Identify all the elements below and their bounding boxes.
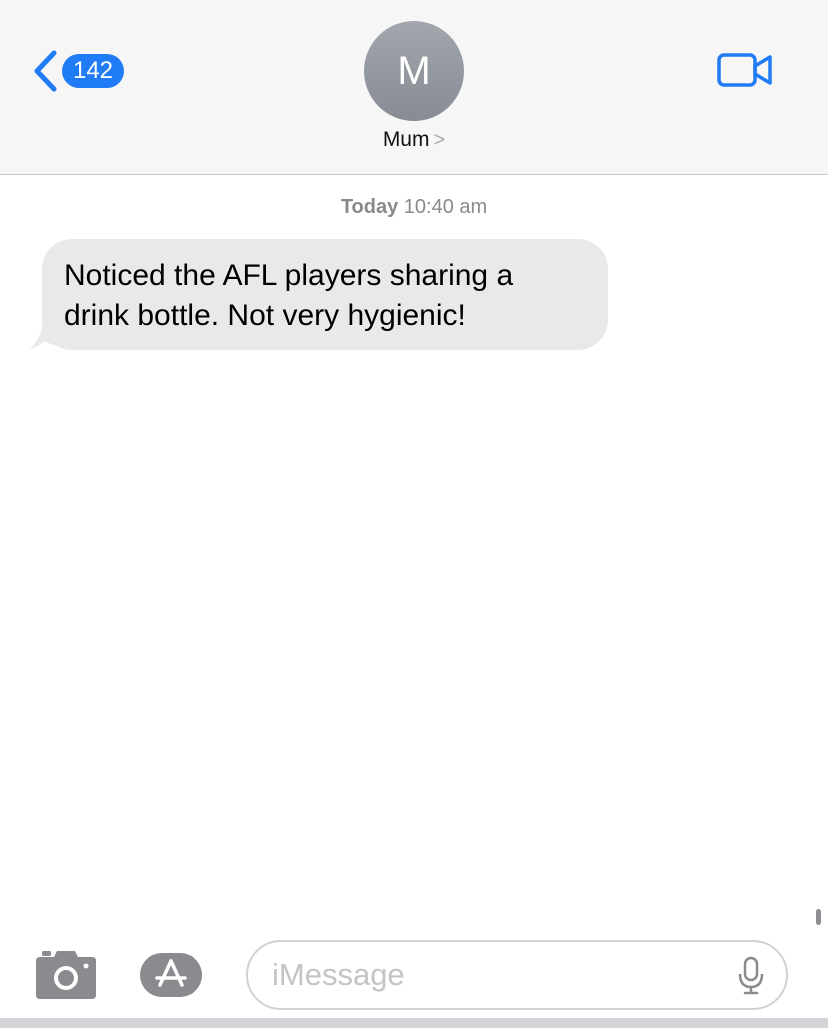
imessage-input[interactable]: iMessage: [246, 940, 788, 1010]
conversation-header: 142 M Mum >: [0, 0, 828, 175]
message-bubble: Noticed the AFL players sharing a drink …: [42, 239, 608, 350]
compose-bar: iMessage: [0, 925, 828, 1028]
app-store-icon: [140, 953, 202, 997]
back-button[interactable]: 142: [28, 46, 128, 96]
unread-count-badge: 142: [62, 54, 124, 88]
facetime-video-button[interactable]: [716, 50, 774, 90]
camera-button[interactable]: [34, 949, 98, 1001]
video-camera-icon: [717, 53, 772, 87]
scroll-indicator: [816, 909, 821, 925]
avatar-initial: M: [397, 49, 431, 93]
app-store-button[interactable]: [138, 947, 216, 1003]
bottom-edge: [0, 1018, 828, 1028]
microphone-icon[interactable]: [738, 956, 764, 996]
message-timestamp: Today 10:40 am: [0, 196, 828, 219]
chevron-left-icon: [34, 50, 57, 92]
avatar[interactable]: M: [364, 21, 464, 121]
input-placeholder: iMessage: [272, 957, 405, 992]
contact-name-button[interactable]: Mum >: [364, 128, 464, 152]
timestamp-time: 10:40 am: [403, 196, 488, 218]
chevron-right-icon: >: [433, 129, 446, 151]
contact-name: Mum: [382, 128, 430, 151]
timestamp-day: Today: [340, 196, 399, 218]
camera-icon: [36, 951, 96, 999]
